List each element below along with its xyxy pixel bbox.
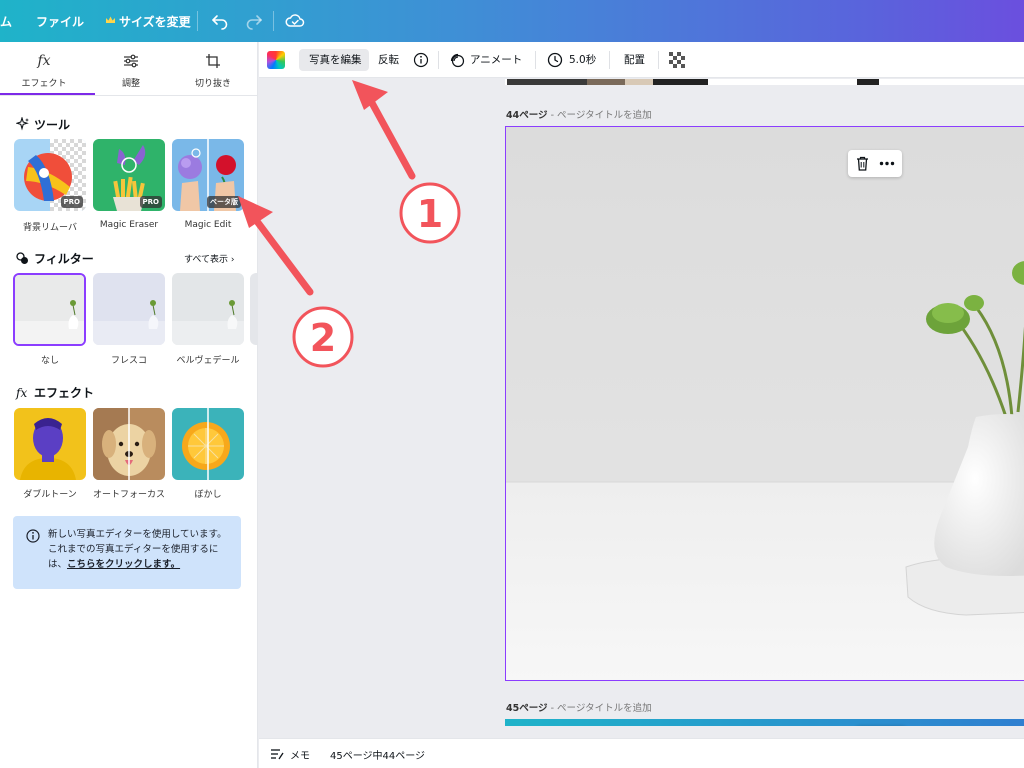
- legacy-editor-link[interactable]: こちらをクリックします。: [67, 559, 180, 570]
- effect-label: オートフォーカス: [92, 490, 165, 500]
- page-44[interactable]: [505, 126, 1024, 681]
- orange-thumbnail: [172, 408, 244, 480]
- context-toolbar: 写真を編集 反転 アニメート 5.0秒 配置: [259, 42, 1024, 78]
- page-count: 45ページ中44ページ: [330, 751, 426, 762]
- sparkle-icon: [15, 116, 29, 131]
- filter-label: ベルヴェデール: [176, 356, 240, 366]
- sliders-icon: [124, 54, 138, 68]
- pro-badge: PRO: [139, 196, 162, 208]
- effect-label: ダブルトーン: [23, 490, 77, 500]
- element-action-bar: [848, 150, 902, 177]
- filter-next-peek: [250, 273, 258, 345]
- vase-thumbnail: [172, 273, 244, 345]
- redo-icon[interactable]: [245, 12, 263, 30]
- bottom-bar: メモ 45ページ中44ページ: [259, 738, 1024, 768]
- top-bar: ム ファイル サイズを変更: [0, 0, 1024, 42]
- effects-title: エフェクト: [34, 386, 95, 400]
- filters-title: フィルター: [34, 252, 94, 266]
- previous-page-strip: [505, 79, 1024, 85]
- transparency-icon[interactable]: [669, 52, 685, 68]
- resize-button[interactable]: サイズを変更: [119, 13, 191, 30]
- filter-none[interactable]: [13, 273, 86, 346]
- vase-photo[interactable]: [506, 127, 1024, 681]
- duration-button[interactable]: 5.0秒: [569, 42, 596, 78]
- filter-fresco[interactable]: [93, 273, 165, 345]
- divider: [535, 51, 536, 69]
- design-canvas: 44ページ - ページタイトルを追加 45ページ - ページタイトルを追加: [259, 79, 1024, 726]
- info-icon[interactable]: [413, 52, 429, 68]
- home-menu[interactable]: ム: [0, 13, 12, 30]
- tab-effects[interactable]: fx エフェクト: [1, 42, 87, 96]
- beta-badge: ベータ版: [207, 196, 241, 208]
- effect-duotone[interactable]: [14, 408, 86, 480]
- position-button[interactable]: 配置: [624, 42, 645, 78]
- flip-button[interactable]: 反転: [378, 42, 399, 78]
- tools-title: ツール: [34, 118, 71, 132]
- fx-icon: fx: [16, 386, 28, 400]
- fx-icon: fx: [37, 53, 51, 69]
- notes-icon: [271, 749, 284, 760]
- filter-icon: [16, 252, 28, 264]
- divider: [609, 51, 610, 69]
- see-all-filters-link[interactable]: すべて表示 ›: [184, 252, 234, 265]
- page-45-label[interactable]: 45ページ - ページタイトルを追加: [506, 700, 652, 714]
- effect-label: ぼかし: [194, 490, 222, 500]
- divider: [438, 51, 439, 69]
- more-options-icon[interactable]: [879, 161, 895, 166]
- divider: [197, 11, 198, 31]
- app-window: ム ファイル サイズを変更 fx エフェクト 調整 切り抜き ツール PRO 背…: [0, 0, 1024, 768]
- info-icon: [26, 529, 40, 543]
- vase-thumbnail: [15, 275, 84, 344]
- divider: [658, 51, 659, 69]
- tool-label: Magic Edit: [184, 220, 232, 230]
- tool-label: 背景リムーバ: [23, 223, 77, 233]
- cloud-saved-icon[interactable]: [285, 12, 305, 30]
- tool-magic-edit[interactable]: ベータ版: [172, 139, 244, 211]
- edit-photo-button[interactable]: 写真を編集: [309, 42, 362, 78]
- animate-icon: [450, 53, 465, 68]
- tab-adjust[interactable]: 調整: [88, 42, 174, 96]
- undo-icon[interactable]: [211, 12, 229, 30]
- page-45-preview[interactable]: [505, 719, 1024, 726]
- effect-autofocus[interactable]: [93, 408, 165, 480]
- tab-label: 調整: [121, 79, 140, 89]
- tab-label: 切り抜き: [194, 79, 231, 89]
- color-picker-swatch[interactable]: [267, 51, 285, 69]
- tab-crop[interactable]: 切り抜き: [170, 42, 256, 96]
- filter-label: なし: [40, 356, 59, 366]
- tools-heading: ツール: [15, 116, 71, 133]
- tool-magic-eraser[interactable]: PRO: [93, 139, 165, 211]
- filters-heading: フィルター: [16, 250, 94, 267]
- tool-background-remover[interactable]: PRO: [14, 139, 86, 211]
- vase-thumbnail: [93, 273, 165, 345]
- trash-icon[interactable]: [856, 156, 869, 171]
- dog-thumbnail: [93, 408, 165, 480]
- pro-badge: PRO: [60, 196, 83, 208]
- tool-label: Magic Eraser: [99, 220, 159, 230]
- file-menu[interactable]: ファイル: [36, 13, 84, 30]
- crop-icon: [206, 54, 220, 68]
- clock-icon: [547, 52, 563, 68]
- legacy-editor-notice: 新しい写真エディターを使用しています。これまでの写真エディターを使用するには、こ…: [13, 516, 241, 589]
- edit-photo-panel: fx エフェクト 調整 切り抜き ツール PRO 背景リムーバ PRO Magi…: [0, 42, 258, 768]
- page-44-label[interactable]: 44ページ - ページタイトルを追加: [506, 107, 652, 121]
- duotone-thumbnail: [14, 408, 86, 480]
- effects-heading: fx エフェクト: [16, 384, 94, 401]
- filter-belvedere[interactable]: [172, 273, 244, 345]
- divider: [0, 95, 258, 96]
- filter-label: フレスコ: [110, 356, 147, 366]
- effect-blur[interactable]: [172, 408, 244, 480]
- tab-label: エフェクト: [21, 79, 67, 89]
- animate-button[interactable]: アニメート: [470, 42, 522, 78]
- crown-icon: [106, 16, 115, 23]
- notes-button[interactable]: メモ: [290, 747, 310, 762]
- divider: [273, 11, 274, 31]
